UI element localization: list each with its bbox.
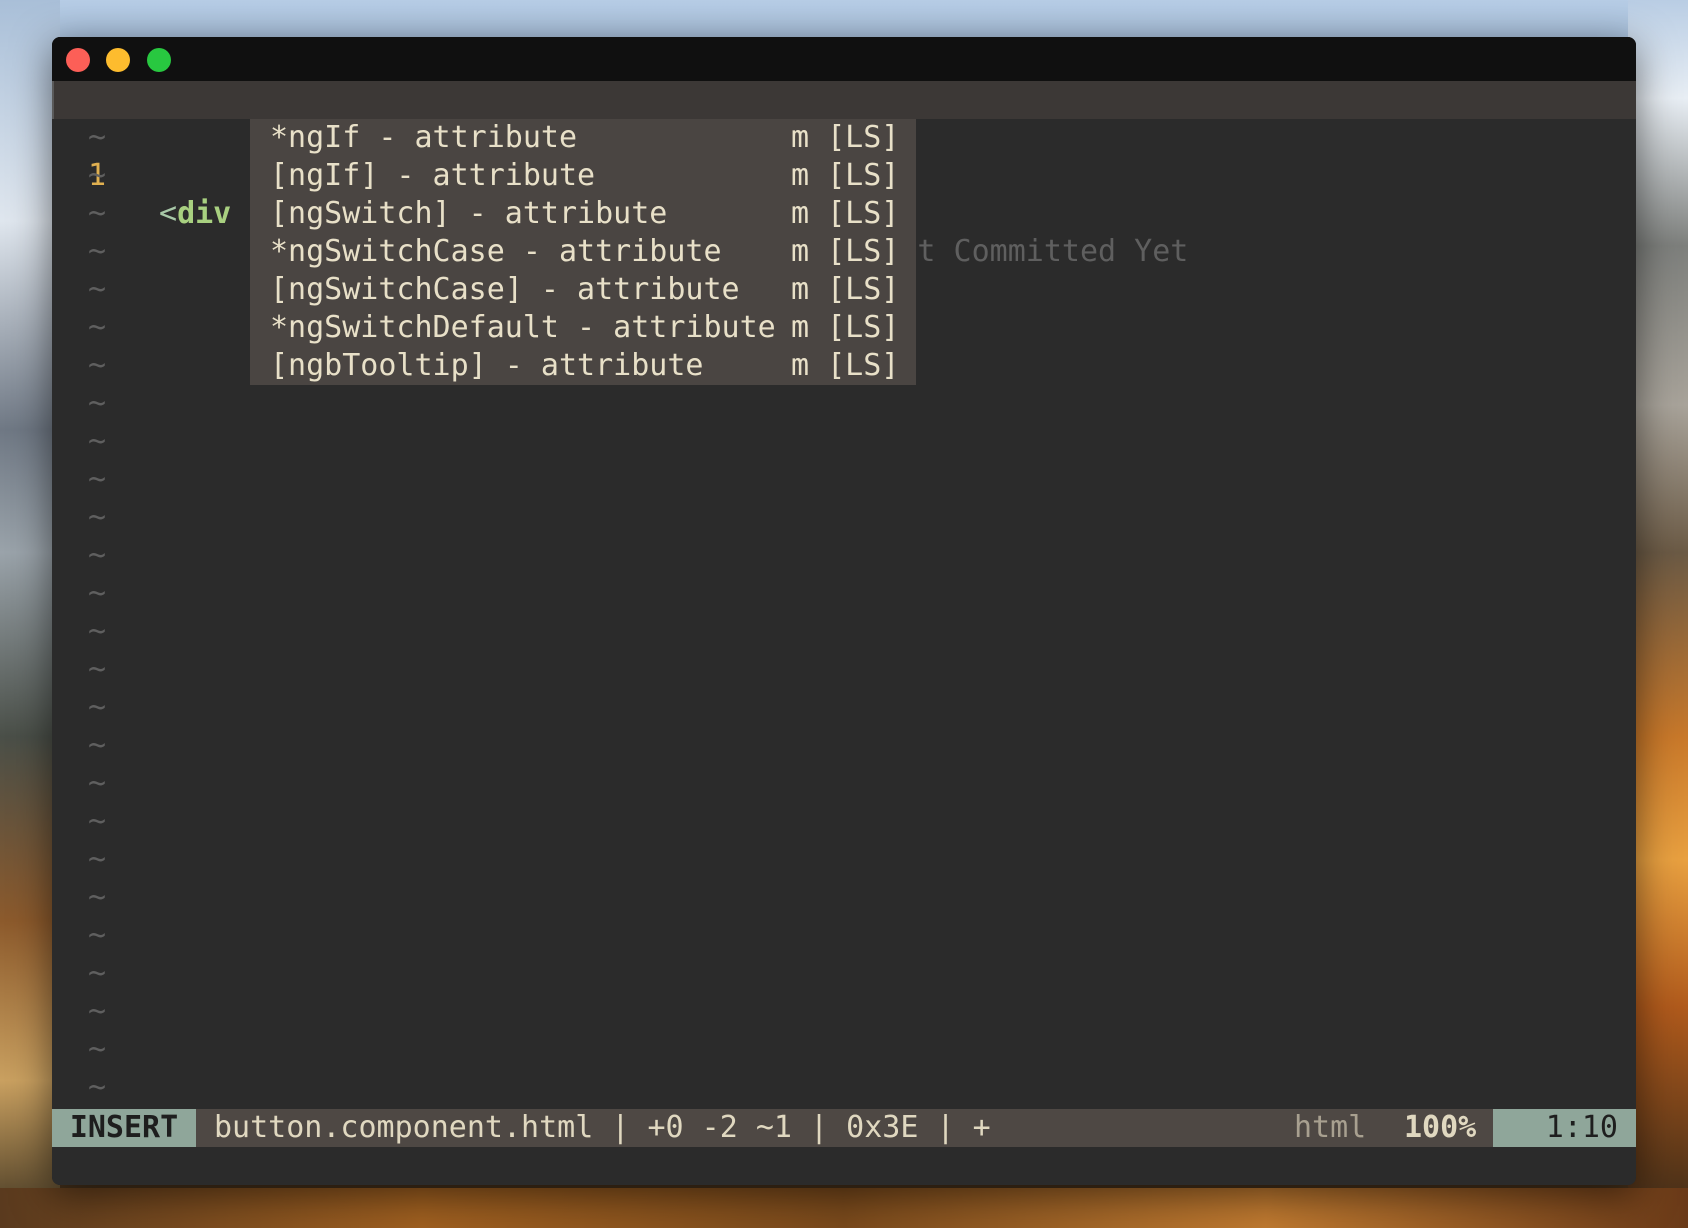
empty-line: ~ xyxy=(52,765,1636,803)
empty-line: ~ xyxy=(52,461,1636,499)
zoom-button[interactable] xyxy=(147,48,171,72)
tilde-marker: ~ xyxy=(88,690,107,725)
completion-kind: m [LS] xyxy=(791,234,900,269)
filetype: html xyxy=(1294,1110,1367,1145)
completion-kind: m [LS] xyxy=(791,196,900,231)
tilde-marker: ~ xyxy=(88,272,107,307)
tilde-marker: ~ xyxy=(88,310,107,345)
completion-item[interactable]: *ngSwitchDefault - attribute m [LS] xyxy=(250,309,916,347)
empty-line: ~ xyxy=(52,385,1636,423)
empty-line: ~ xyxy=(52,993,1636,1031)
empty-line: ~ xyxy=(52,1069,1636,1107)
empty-line: ~ xyxy=(52,841,1636,879)
terminal-window: 1 <div *ngi></div> You ~ a moment ago / … xyxy=(52,37,1636,1185)
empty-line: ~ xyxy=(52,803,1636,841)
tilde-marker: ~ xyxy=(88,994,107,1029)
empty-line: ~ xyxy=(52,955,1636,993)
tilde-marker: ~ xyxy=(88,728,107,763)
empty-line: ~ xyxy=(52,917,1636,955)
completion-kind: m [LS] xyxy=(791,120,900,155)
empty-line: ~ xyxy=(52,613,1636,651)
empty-line: ~ xyxy=(52,689,1636,727)
empty-line: ~ xyxy=(52,537,1636,575)
tilde-marker: ~ xyxy=(88,196,107,231)
tilde-marker: ~ xyxy=(88,462,107,497)
tilde-marker: ~ xyxy=(88,804,107,839)
empty-line: ~ xyxy=(52,423,1636,461)
tilde-marker: ~ xyxy=(88,348,107,383)
completion-label: [ngSwitchCase] - attribute xyxy=(270,272,740,307)
scroll-percent: 100% xyxy=(1404,1110,1477,1145)
tilde-marker: ~ xyxy=(88,766,107,801)
completion-item[interactable]: [ngSwitchCase] - attribute m [LS] xyxy=(250,271,916,309)
status-line: INSERT button.component.html | +0 -2 ~1 … xyxy=(52,1109,1636,1147)
completion-label: *ngSwitchCase - attribute xyxy=(270,234,722,269)
tilde-marker: ~ xyxy=(88,842,107,877)
completion-item[interactable]: [ngSwitch] - attribute m [LS] xyxy=(250,195,916,233)
tilde-marker: ~ xyxy=(88,120,107,155)
desktop-wallpaper-left xyxy=(0,0,60,1228)
completion-label: [ngIf] - attribute xyxy=(270,158,596,193)
completion-item[interactable]: [ngIf] - attribute m [LS] xyxy=(250,157,916,195)
desktop-wallpaper-bottom xyxy=(0,1188,1688,1228)
completion-label: *ngSwitchDefault - attribute xyxy=(270,310,776,345)
sign-column xyxy=(52,81,54,119)
completion-kind: m [LS] xyxy=(791,272,900,307)
tilde-marker: ~ xyxy=(88,234,107,269)
command-line[interactable] xyxy=(52,1147,1636,1185)
mode-indicator: INSERT xyxy=(52,1109,196,1147)
vim-editor[interactable]: 1 <div *ngi></div> You ~ a moment ago / … xyxy=(52,81,1636,1107)
tilde-marker: ~ xyxy=(88,576,107,611)
title-bar[interactable] xyxy=(52,37,1636,81)
empty-line: ~ xyxy=(52,1031,1636,1069)
tilde-marker: ~ xyxy=(88,956,107,991)
completion-popup[interactable]: *ngIf - attribute m [LS] [ngIf] - attribut… xyxy=(250,119,916,385)
tilde-marker: ~ xyxy=(88,1032,107,1067)
completion-kind: m [LS] xyxy=(791,348,900,383)
minimize-button[interactable] xyxy=(106,48,130,72)
completion-item[interactable]: *ngSwitchCase - attribute m [LS] xyxy=(250,233,916,271)
tilde-marker: ~ xyxy=(88,1070,107,1105)
tilde-marker: ~ xyxy=(88,158,107,193)
completion-kind: m [LS] xyxy=(791,310,900,345)
tilde-marker: ~ xyxy=(88,652,107,687)
completion-label: [ngSwitch] - attribute xyxy=(270,196,668,231)
tilde-marker: ~ xyxy=(88,386,107,421)
empty-line: ~ xyxy=(52,499,1636,537)
desktop-wallpaper-right xyxy=(1628,0,1688,1228)
empty-line: ~ xyxy=(52,575,1636,613)
completion-item[interactable]: *ngIf - attribute m [LS] xyxy=(250,119,916,157)
tilde-marker: ~ xyxy=(88,918,107,953)
empty-line: ~ xyxy=(52,651,1636,689)
completion-kind: m [LS] xyxy=(791,158,900,193)
tilde-marker: ~ xyxy=(88,880,107,915)
completion-label: *ngIf - attribute xyxy=(270,120,578,155)
completion-item[interactable]: [ngbTooltip] - attribute m [LS] xyxy=(250,347,916,385)
file-info: button.component.html | +0 -2 ~1 | 0x3E … xyxy=(214,1110,991,1145)
close-button[interactable] xyxy=(66,48,90,72)
cursor-position: 1:10 xyxy=(1493,1109,1636,1147)
current-line[interactable]: 1 <div *ngi></div> You ~ a moment ago / … xyxy=(52,81,1636,269)
completion-label: [ngbTooltip] - attribute xyxy=(270,348,704,383)
tilde-marker: ~ xyxy=(88,424,107,459)
tilde-marker: ~ xyxy=(88,538,107,573)
tilde-marker: ~ xyxy=(88,500,107,535)
empty-line: ~ xyxy=(52,727,1636,765)
empty-line: ~ xyxy=(52,879,1636,917)
tilde-marker: ~ xyxy=(88,614,107,649)
